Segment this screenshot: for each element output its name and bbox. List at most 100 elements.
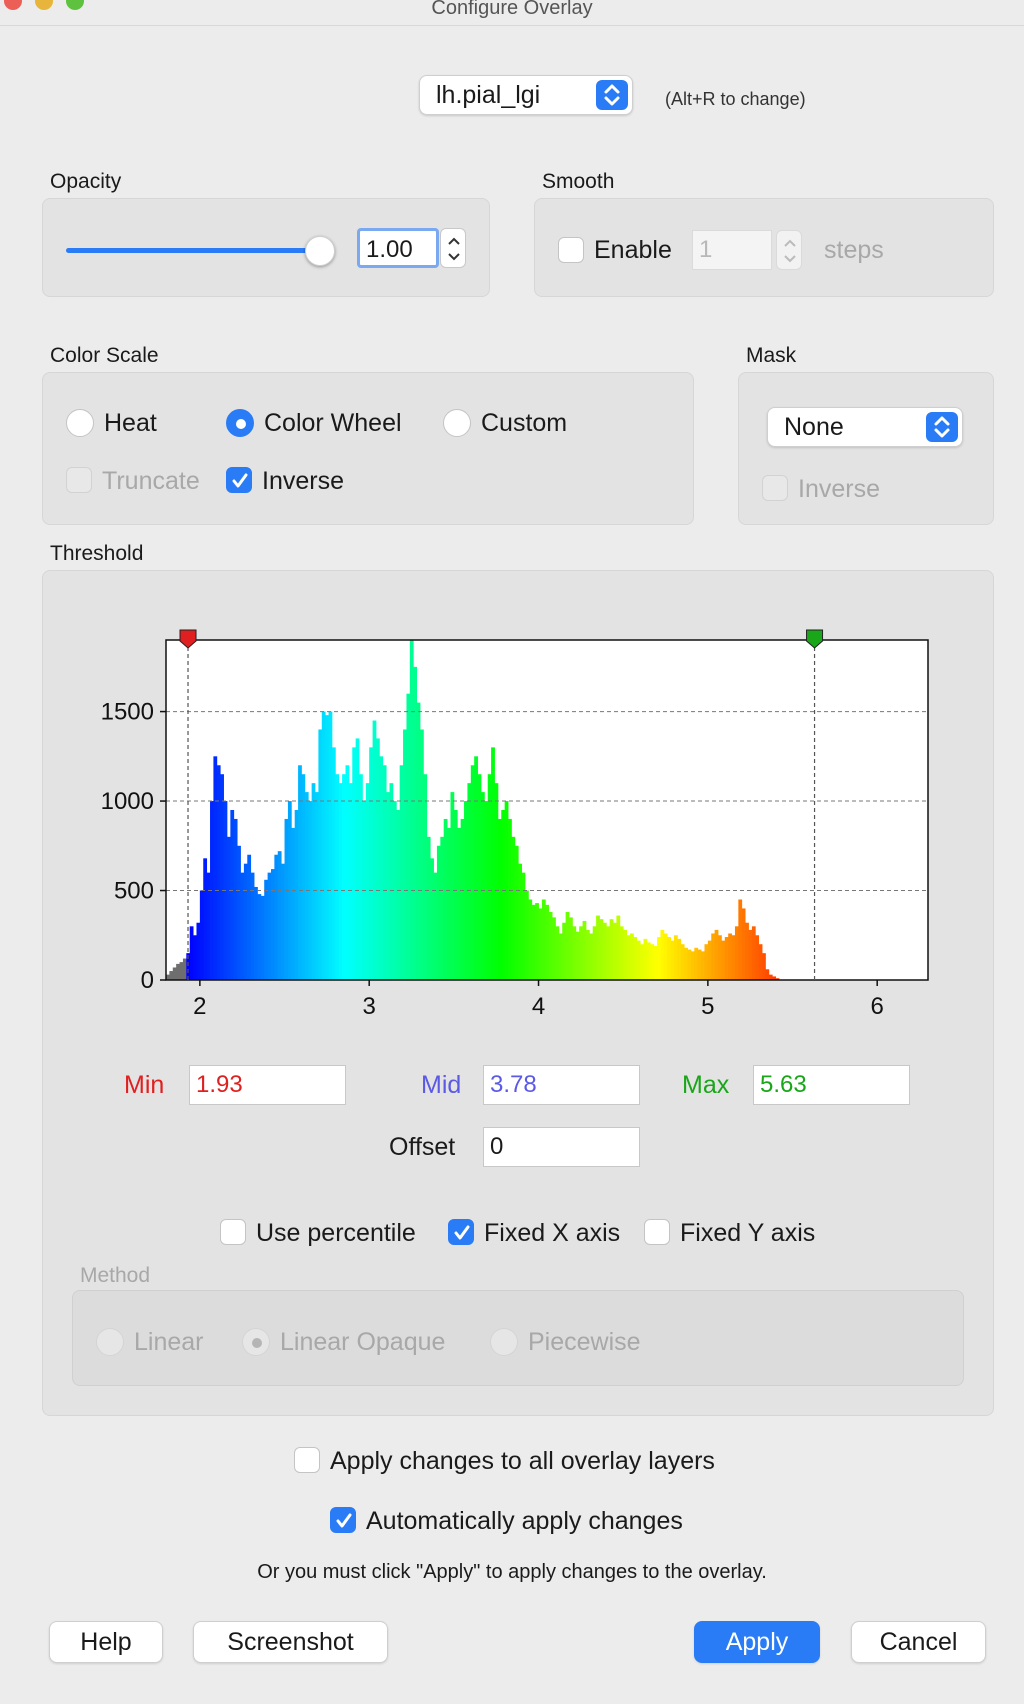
histogram-bar <box>172 967 177 980</box>
radio-custom-label: Custom <box>481 409 568 437</box>
opacity-slider-knob[interactable] <box>305 236 335 266</box>
histogram-bar <box>203 858 208 980</box>
mid-input[interactable]: 3.78 <box>483 1065 640 1105</box>
apply-note: Or you must click "Apply" to apply chang… <box>257 1561 767 1583</box>
threshold-label: Threshold <box>50 542 144 565</box>
layer-select[interactable]: lh.pial_lgi <box>419 75 633 115</box>
histogram-bar <box>755 935 760 980</box>
histogram-bar <box>233 818 238 980</box>
histogram-bar <box>328 711 333 980</box>
use-percentile-checkbox[interactable] <box>220 1219 246 1245</box>
min-input[interactable]: 1.93 <box>189 1065 346 1105</box>
histogram-bar <box>355 738 360 980</box>
histogram-bar <box>491 747 495 980</box>
histogram-bar <box>440 836 445 980</box>
fixed-y-axis-label: Fixed Y axis <box>680 1219 816 1247</box>
histogram-bar <box>582 920 587 980</box>
smooth-steps-stepper[interactable] <box>776 230 802 270</box>
x-tick-label: 5 <box>701 993 714 1020</box>
auto-apply-label: Automatically apply changes <box>366 1507 683 1535</box>
histogram-bar <box>450 792 455 980</box>
opacity-slider-track[interactable] <box>66 248 320 253</box>
updown-arrows-icon <box>926 412 958 442</box>
fixed-x-axis-checkbox[interactable] <box>448 1219 474 1245</box>
radio-heat-label: Heat <box>104 409 157 437</box>
help-button[interactable]: Help <box>49 1621 163 1663</box>
histogram-bar <box>403 729 407 980</box>
histogram-bar <box>518 863 522 980</box>
histogram-bar <box>514 845 519 980</box>
histogram-bar <box>291 827 296 980</box>
histogram-bar <box>569 917 573 980</box>
histogram-bar <box>301 774 306 980</box>
histogram-bar <box>250 872 255 980</box>
smooth-steps-input[interactable]: 1 <box>692 230 772 270</box>
smooth-enable-checkbox[interactable] <box>558 237 584 263</box>
histogram-bar <box>718 935 722 980</box>
histogram-bar <box>409 640 414 980</box>
radio-custom[interactable] <box>443 409 471 437</box>
offset-label: Offset <box>389 1133 456 1161</box>
apply-all-layers-checkbox[interactable] <box>294 1447 320 1473</box>
mask-inverse-checkbox[interactable] <box>762 475 788 501</box>
radio-linear-opaque[interactable] <box>242 1328 270 1356</box>
histogram-bar <box>480 792 485 980</box>
histogram-bar <box>660 929 665 980</box>
histogram-bar <box>528 899 533 980</box>
histogram-bar <box>423 774 428 980</box>
radio-piecewise[interactable] <box>490 1328 518 1356</box>
histogram-bar <box>545 904 550 980</box>
screenshot-button[interactable]: Screenshot <box>193 1621 388 1663</box>
histogram-bar <box>602 922 607 980</box>
max-input[interactable]: 5.63 <box>753 1065 910 1105</box>
truncate-checkbox[interactable] <box>66 467 92 493</box>
y-tick-label: 0 <box>141 967 154 994</box>
histogram-bar <box>745 922 749 980</box>
histogram-bar <box>589 933 594 980</box>
histogram-bar <box>230 810 235 980</box>
radio-linear-opaque-label: Linear Opaque <box>280 1328 446 1356</box>
histogram-bar <box>372 720 377 980</box>
histogram-bar <box>724 937 729 980</box>
histogram-bar <box>575 931 580 980</box>
histogram-bar <box>331 747 336 980</box>
auto-apply-checkbox[interactable] <box>330 1507 356 1533</box>
y-tick-label: 500 <box>114 878 154 905</box>
radio-linear[interactable] <box>96 1328 124 1356</box>
color-inverse-checkbox[interactable] <box>226 467 252 493</box>
histogram-bar <box>267 872 272 980</box>
window-title: Configure Overlay <box>431 0 593 19</box>
histogram-bar <box>751 926 756 980</box>
histogram-bar <box>690 951 695 980</box>
histogram-bar <box>501 810 506 980</box>
histogram-bar <box>555 926 560 980</box>
radio-color-wheel[interactable] <box>226 409 254 437</box>
histogram-chart[interactable]: 0 500 1000 1500 2 3 4 5 6 <box>60 620 960 1020</box>
apply-button[interactable]: Apply <box>694 1621 820 1663</box>
min-label: Min <box>124 1071 165 1099</box>
opacity-input[interactable]: 1.00 <box>357 228 439 268</box>
smooth-label: Smooth <box>542 170 615 193</box>
histogram-bar <box>375 738 380 980</box>
cancel-button[interactable]: Cancel <box>851 1621 986 1663</box>
histogram-bar <box>294 810 299 980</box>
histogram-bar <box>677 938 682 980</box>
max-label: Max <box>682 1071 730 1099</box>
mask-select[interactable]: None <box>767 407 963 447</box>
histogram-bar <box>548 912 553 980</box>
histogram-bar <box>176 963 180 980</box>
histogram-bar <box>460 818 465 980</box>
histogram-bar <box>606 926 611 980</box>
opacity-stepper[interactable] <box>440 228 466 268</box>
histogram-bar <box>284 818 289 980</box>
histogram-bar <box>684 947 688 980</box>
histogram-bar <box>643 938 648 980</box>
histogram-bar <box>382 765 387 980</box>
fixed-y-axis-checkbox[interactable] <box>644 1219 670 1245</box>
radio-heat[interactable] <box>66 409 94 437</box>
histogram-bar <box>762 953 766 980</box>
offset-input[interactable]: 0 <box>483 1127 640 1167</box>
histogram-bar <box>521 872 526 980</box>
histogram-bar <box>596 915 600 980</box>
histogram-bar <box>626 935 631 980</box>
